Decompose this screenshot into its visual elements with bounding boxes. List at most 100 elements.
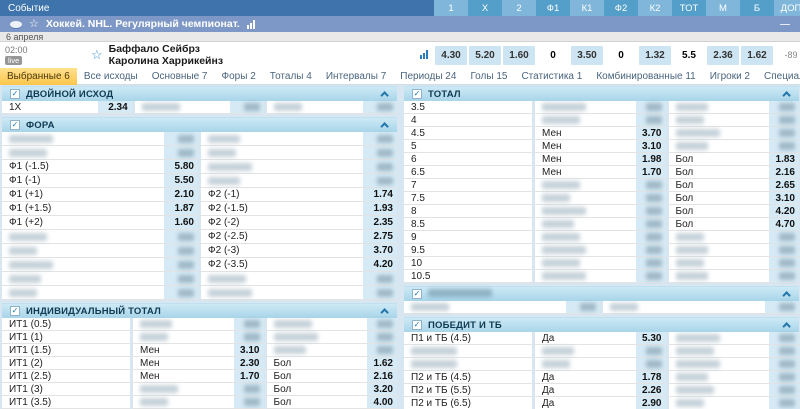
market-cell[interactable]: [267, 318, 398, 331]
market-cell[interactable]: [201, 286, 397, 300]
market-cell[interactable]: Мен2.30: [133, 357, 264, 370]
odds-value[interactable]: 1.70: [636, 166, 666, 178]
market-cell[interactable]: [2, 230, 198, 244]
tab-goals[interactable]: Голы 15: [463, 68, 514, 85]
odds-value[interactable]: [636, 358, 666, 370]
section-header-double-chance[interactable]: ✓ДВОЙНОЙ ИСХОД: [2, 86, 397, 101]
odds-value[interactable]: [769, 140, 799, 152]
section-header-win-and-over[interactable]: ✓ПОБЕДИТ И ТБ: [404, 317, 799, 332]
market-cell[interactable]: [2, 258, 198, 272]
odds-value[interactable]: [363, 132, 397, 145]
market-cell[interactable]: Бол3.10: [669, 192, 800, 205]
odds-value[interactable]: [363, 174, 397, 187]
market-cell[interactable]: [535, 205, 666, 218]
tab-main[interactable]: Основные 7: [145, 68, 215, 85]
market-cell[interactable]: [669, 140, 800, 153]
odds-value[interactable]: 5.30: [636, 332, 666, 344]
odds-value[interactable]: [636, 114, 666, 126]
section-checkbox[interactable]: ✓: [10, 89, 20, 99]
odds-value[interactable]: [164, 272, 198, 285]
market-cell[interactable]: [669, 384, 800, 397]
market-cell[interactable]: [2, 286, 198, 300]
market-cell[interactable]: [133, 331, 264, 344]
collapse-chevron-icon[interactable]: [380, 308, 388, 316]
odds-value[interactable]: 1.98: [636, 153, 666, 165]
odds-value[interactable]: [769, 371, 799, 383]
market-cell[interactable]: Ф1 (-1)5.50: [2, 174, 198, 188]
market-cell[interactable]: Ф2 (-1)1.74: [201, 188, 397, 202]
section-checkbox[interactable]: ✓: [412, 89, 422, 99]
market-cell[interactable]: [535, 231, 666, 244]
odds-value[interactable]: 3.10: [769, 192, 799, 204]
odds-value[interactable]: [164, 230, 198, 243]
odds-value[interactable]: [636, 205, 666, 217]
market-cell[interactable]: [2, 244, 198, 258]
odds-value[interactable]: [566, 301, 600, 313]
market-cell[interactable]: [2, 272, 198, 286]
odds-cell-Б[interactable]: 1.62: [741, 46, 773, 65]
market-cell[interactable]: Ф1 (-1.5)5.80: [2, 160, 198, 174]
favorite-star-icon[interactable]: ☆: [29, 19, 39, 30]
odds-value[interactable]: [164, 258, 198, 271]
tab-specials[interactable]: Специальные 22: [757, 68, 800, 85]
section-header-total[interactable]: ✓ТОТАЛ: [404, 86, 799, 101]
market-cell[interactable]: 1X2.34: [2, 101, 132, 114]
odds-value[interactable]: 5.80: [164, 160, 198, 173]
teams[interactable]: Баффало Сейбрз Каролина Харрикейнз: [109, 43, 223, 67]
odds-value[interactable]: 4.20: [363, 258, 397, 271]
market-cell[interactable]: Да2.26: [535, 384, 666, 397]
odds-value[interactable]: 1.93: [363, 202, 397, 215]
market-cell[interactable]: [535, 192, 666, 205]
odds-value[interactable]: 2.30: [234, 357, 264, 369]
odds-value[interactable]: [769, 270, 799, 282]
section-header-handicap[interactable]: ✓ФОРА: [2, 117, 397, 132]
odds-value[interactable]: [234, 318, 264, 330]
odds-value[interactable]: 1.62: [367, 357, 397, 369]
odds-cell-М[interactable]: 2.36: [707, 46, 739, 65]
market-cell[interactable]: Бол2.65: [669, 179, 800, 192]
odds-value[interactable]: 5.50: [164, 174, 198, 187]
market-cell[interactable]: [267, 344, 398, 357]
market-cell[interactable]: [404, 301, 600, 314]
market-cell[interactable]: [669, 101, 800, 114]
match-row[interactable]: 02:00 live ☆ Баффало Сейбрз Каролина Хар…: [0, 42, 800, 68]
odds-value[interactable]: [234, 331, 264, 343]
odds-value[interactable]: [164, 146, 198, 159]
odds-value[interactable]: [363, 101, 397, 113]
tab-selected[interactable]: Выбранные 6: [0, 68, 77, 85]
odds-value[interactable]: [367, 318, 397, 330]
market-cell[interactable]: Бол1.83: [669, 153, 800, 166]
market-cell[interactable]: Бол1.62: [267, 357, 398, 370]
odds-cell-1[interactable]: 4.30: [435, 46, 467, 65]
market-cell[interactable]: Мен3.10: [535, 140, 666, 153]
market-cell[interactable]: [133, 396, 264, 409]
market-cell[interactable]: [133, 318, 264, 331]
odds-value[interactable]: [769, 114, 799, 126]
market-cell[interactable]: [669, 231, 800, 244]
market-cell[interactable]: [669, 345, 800, 358]
market-cell[interactable]: [535, 257, 666, 270]
odds-value[interactable]: [636, 257, 666, 269]
market-cell[interactable]: [2, 146, 198, 160]
market-cell[interactable]: [201, 160, 397, 174]
odds-value[interactable]: [636, 244, 666, 256]
market-cell[interactable]: [603, 301, 799, 314]
tab-combined[interactable]: Комбинированные 11: [589, 68, 702, 85]
odds-value[interactable]: [363, 272, 397, 285]
market-cell[interactable]: Да2.90: [535, 397, 666, 409]
odds-value[interactable]: 1.60: [164, 216, 198, 229]
market-cell[interactable]: [535, 179, 666, 192]
odds-value[interactable]: [234, 383, 264, 395]
market-cell[interactable]: Ф1 (+2)1.60: [2, 216, 198, 230]
market-cell[interactable]: [669, 257, 800, 270]
section-checkbox[interactable]: ✓: [10, 120, 20, 130]
odds-value[interactable]: 1.83: [769, 153, 799, 165]
odds-value[interactable]: [164, 244, 198, 257]
market-cell[interactable]: Мен3.70: [535, 127, 666, 140]
market-cell[interactable]: Бол4.00: [267, 396, 398, 409]
odds-value[interactable]: [636, 270, 666, 282]
odds-value[interactable]: [769, 101, 799, 113]
odds-value[interactable]: [164, 286, 198, 299]
market-cell[interactable]: [267, 101, 397, 114]
odds-value[interactable]: [636, 345, 666, 357]
